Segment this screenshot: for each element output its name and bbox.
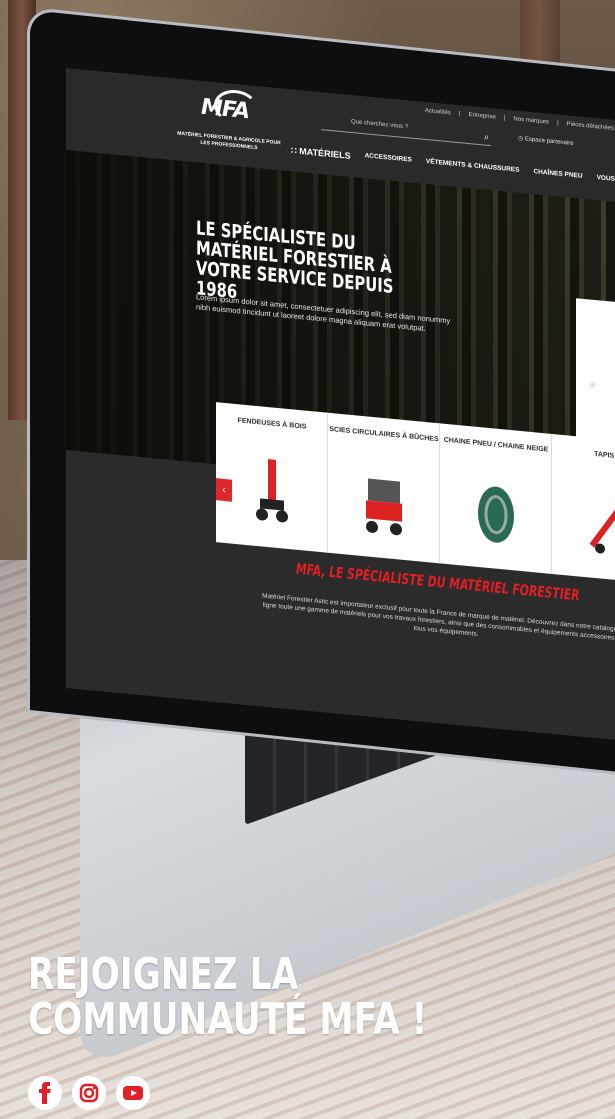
site-logo[interactable]: MFA (186, 85, 264, 132)
separator: | (557, 120, 559, 127)
category-label: TAPIS M (594, 450, 615, 461)
category-card[interactable]: CHAINE PNEU / CHAINE NEIGE (440, 423, 552, 574)
category-card[interactable]: SCIES CIRCULAIRES À BÛCHES (328, 412, 440, 564)
category-card[interactable]: FENDEUSES À BOIS (216, 402, 328, 553)
top-link[interactable]: Nos marques (513, 116, 549, 125)
nav-item-accessoires[interactable]: ACCESSOIRES (365, 152, 412, 167)
category-label: CHAINE PNEU / CHAINE NEIGE (443, 436, 549, 454)
cta-line-1: REJOIGNEZ LA (28, 949, 299, 1000)
instagram-icon[interactable] (72, 1076, 106, 1110)
category-card[interactable]: TAPIS M (552, 433, 615, 585)
search-icon[interactable]: ⌕ (484, 132, 489, 143)
site-tagline: MATÉRIEL FORESTIER & AGRICOLE POUR LES P… (177, 130, 281, 152)
nav-item-souhaitez[interactable]: VOUS SOUHAITEZ ? (597, 174, 615, 191)
user-icon: ◷ (518, 135, 524, 143)
nav-item-chaines[interactable]: CHAÎNES PNEU (533, 168, 582, 184)
join-community-title: REJOIGNEZ LA COMMUNAUTÉ MFA ! (28, 952, 427, 1042)
search-placeholder: Que cherchez-vous ? (351, 118, 409, 131)
separator: | (458, 111, 461, 118)
circular-saw-icon (366, 478, 402, 536)
nav-item-materiels[interactable]: ∷ MATÉRIELS (291, 145, 351, 162)
cta-line-2: COMMUNAUTÉ MFA ! (28, 994, 428, 1045)
carousel-prev-button[interactable]: ‹ (216, 478, 232, 502)
youtube-icon[interactable] (116, 1076, 150, 1110)
laptop-screen: Actualités | Entreprise | Nos marques | … (66, 68, 615, 741)
category-label: FENDEUSES À BOIS (237, 417, 307, 431)
facebook-icon[interactable] (28, 1076, 62, 1110)
grid-icon: ∷ (291, 145, 300, 157)
snow-chain-icon (478, 486, 514, 543)
panel-info-icon[interactable]: ⓘ (590, 380, 596, 390)
search-input[interactable]: Que cherchez-vous ? ⌕ (321, 116, 491, 147)
nav-item-vetements[interactable]: VÊTEMENTS & CHAUSSURES (426, 158, 520, 178)
social-links (28, 1076, 150, 1110)
account-label: Espace partenaire (524, 136, 574, 147)
conveyor-icon (589, 500, 615, 554)
log-splitter-icon (256, 459, 288, 523)
account-link[interactable]: ◷ Espace partenaire (518, 135, 574, 147)
top-link[interactable]: Entreprise (468, 112, 495, 121)
top-link[interactable]: Pièces détachées (567, 121, 614, 131)
category-label: SCIES CIRCULAIRES À BÛCHES (329, 425, 439, 444)
separator: | (503, 115, 506, 122)
top-link[interactable]: Actualités (425, 108, 451, 116)
